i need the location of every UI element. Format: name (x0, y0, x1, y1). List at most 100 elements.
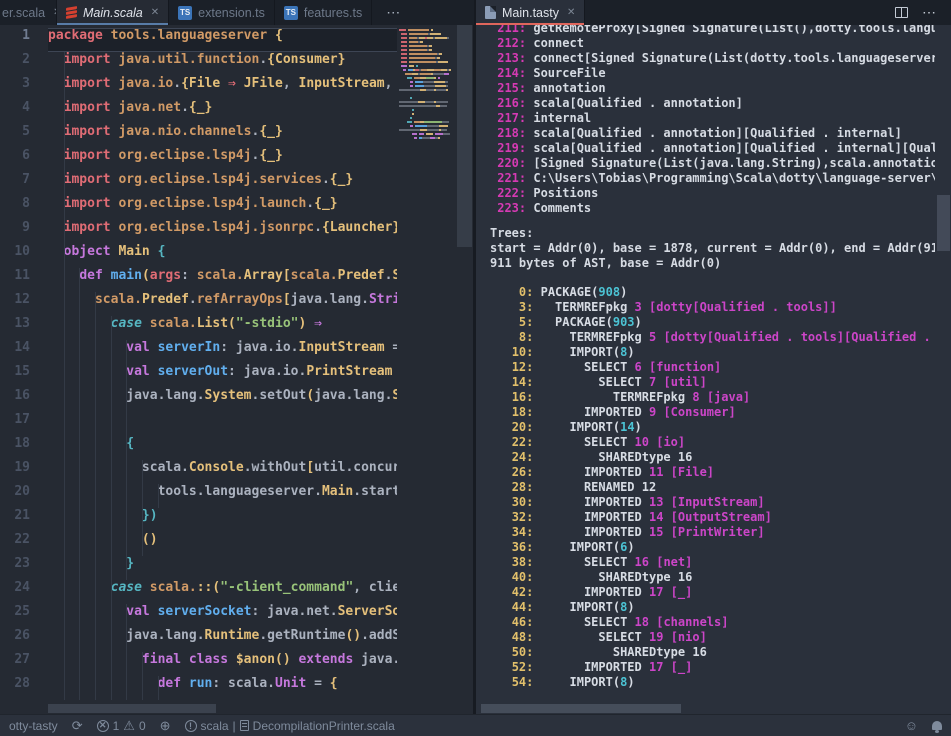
indent-guide (64, 412, 65, 436)
code-line-text: import java.nio.channels.{_} (48, 124, 397, 148)
indent-guide (79, 532, 80, 556)
minimap-row (399, 37, 456, 39)
indent-guide (158, 484, 159, 508)
line-number: 19 (0, 460, 30, 484)
tab-features-ts[interactable]: TSfeatures.ts (275, 0, 372, 25)
tasty-line: 223: Comments (490, 201, 935, 216)
indent-guide (79, 292, 80, 316)
line-number: 9 (0, 220, 30, 244)
code-line: 6 import org.eclipse.lsp4j.{_} (0, 148, 397, 172)
tab-close-icon[interactable]: ✕ (151, 7, 159, 18)
tab-main-tasty[interactable]: Main.tasty✕ (476, 0, 585, 25)
tasty-line: 50: SHAREDtype 16 (490, 645, 935, 660)
indent-guide (64, 124, 65, 148)
tab-group-left: er.scala✕Main.scala✕TSextension.tsTSfeat… (0, 0, 476, 25)
indent-guide (95, 364, 96, 388)
language-status-item[interactable]: ! scala | DecompilationPrinter.scala (178, 715, 402, 736)
indent-guide (79, 604, 80, 628)
code-line-text: import org.eclipse.lsp4j.launch.{_} (48, 196, 397, 220)
indent-guide (126, 388, 127, 412)
left-vertical-scrollbar-thumb[interactable] (457, 25, 472, 247)
code-line: 16 java.lang.System.setOut(java.lang.Sy (0, 388, 397, 412)
left-horizontal-scrollbar-thumb[interactable] (48, 704, 216, 713)
code-line-text: import org.eclipse.lsp4j.jsonrpc.{Launch… (48, 220, 397, 244)
minimap-row (399, 137, 456, 139)
line-number: 18 (0, 436, 30, 460)
editor-main-scala[interactable]: 1package tools.languageserver {2 import … (0, 25, 476, 714)
tasty-line: 30: IMPORTED 13 [InputStream] (490, 495, 935, 510)
right-vertical-scrollbar[interactable] (936, 25, 951, 714)
indent-guide (126, 604, 127, 628)
notifications-button[interactable] (925, 715, 949, 736)
indent-guide (111, 604, 112, 628)
indent-guide (95, 508, 96, 532)
tab-main-scala[interactable]: Main.scala✕ (57, 0, 169, 25)
code-line: 1package tools.languageserver { (0, 28, 397, 52)
indent-guide (79, 652, 80, 676)
line-number: 13 (0, 316, 30, 340)
problems-item[interactable]: ✕ 1 ⚠ 0 (90, 715, 153, 736)
tasty-line: 220: [Signed Signature(List(java.lang.St… (490, 156, 935, 171)
minimap-row (399, 129, 456, 131)
minimap-row (399, 53, 456, 55)
globe-item[interactable]: ⊕ (153, 715, 178, 736)
indent-guide (64, 268, 65, 292)
indent-guide (64, 580, 65, 604)
code-line-text: tools.languageserver.Main.startS (48, 484, 397, 508)
indent-guide (95, 388, 96, 412)
tasty-line: 52: IMPORTED 17 [_] (490, 660, 935, 675)
more-actions-button[interactable]: ⋯ (922, 4, 937, 21)
tasty-line: 218: scala[Qualified . annotation][Quali… (490, 126, 935, 141)
feedback-button[interactable]: ☺ (898, 715, 925, 736)
minimap-row (399, 45, 456, 47)
indent-guide (64, 436, 65, 460)
left-vertical-scrollbar[interactable] (456, 25, 473, 714)
code-line: 22 () (0, 532, 397, 556)
code-line: 15 val serverOut: java.io.PrintStream = (0, 364, 397, 388)
code-line-text: package tools.languageserver { (48, 28, 397, 52)
code-line: 18 { (0, 436, 397, 460)
code-line-text: val serverOut: java.io.PrintStream = (48, 364, 397, 388)
indent-guide (126, 460, 127, 484)
line-number: 11 (0, 268, 30, 292)
indent-guide (111, 484, 112, 508)
tasty-line: Trees: (490, 226, 935, 241)
more-tabs-button[interactable]: ⋯ (378, 0, 408, 25)
sync-button[interactable]: ⟳ (65, 715, 90, 736)
tab-er-scala[interactable]: er.scala✕ (0, 0, 57, 25)
minimap-row (399, 65, 456, 67)
editor-main-tasty[interactable]: 211: getRemoteProxy[Signed Signature(Lis… (476, 25, 951, 714)
indent-guide (111, 628, 112, 652)
tab-extension-ts[interactable]: TSextension.ts (169, 0, 275, 25)
code-line-text: def run: scala.Unit = { (48, 676, 397, 700)
indent-guide (95, 484, 96, 508)
typescript-file-icon: TS (178, 6, 192, 20)
indent-guide (126, 364, 127, 388)
tasty-line: 0: PACKAGE(908) (490, 285, 935, 300)
scala-code-surface[interactable]: 1package tools.languageserver {2 import … (0, 25, 397, 714)
tasty-line: 54: IMPORT(8) (490, 675, 935, 690)
right-vertical-scrollbar-thumb[interactable] (937, 195, 950, 251)
line-number: 27 (0, 652, 30, 676)
indent-guide (64, 604, 65, 628)
right-horizontal-scrollbar-thumb[interactable] (481, 704, 681, 713)
minimap-row (399, 49, 456, 51)
line-number: 4 (0, 100, 30, 124)
indent-guide (142, 460, 143, 484)
code-line: 9 import org.eclipse.lsp4j.jsonrpc.{Laun… (0, 220, 397, 244)
bell-icon (932, 721, 942, 730)
line-number: 28 (0, 676, 30, 700)
indent-guide (64, 556, 65, 580)
indent-guide (64, 244, 65, 268)
split-editor-icon[interactable] (895, 7, 908, 18)
git-branch-item[interactable]: otty-tasty (2, 715, 65, 736)
indent-guide (64, 460, 65, 484)
tab-close-icon[interactable]: ✕ (567, 7, 575, 18)
indent-guide (79, 460, 80, 484)
indent-guide (95, 676, 96, 700)
tasty-output-surface[interactable]: 211: getRemoteProxy[Signed Signature(Lis… (490, 25, 935, 714)
line-number: 3 (0, 76, 30, 100)
minimap[interactable] (399, 25, 456, 714)
minimap-row (399, 69, 456, 71)
code-line-text: scala.Console.withOut[util.concurr (48, 460, 397, 484)
